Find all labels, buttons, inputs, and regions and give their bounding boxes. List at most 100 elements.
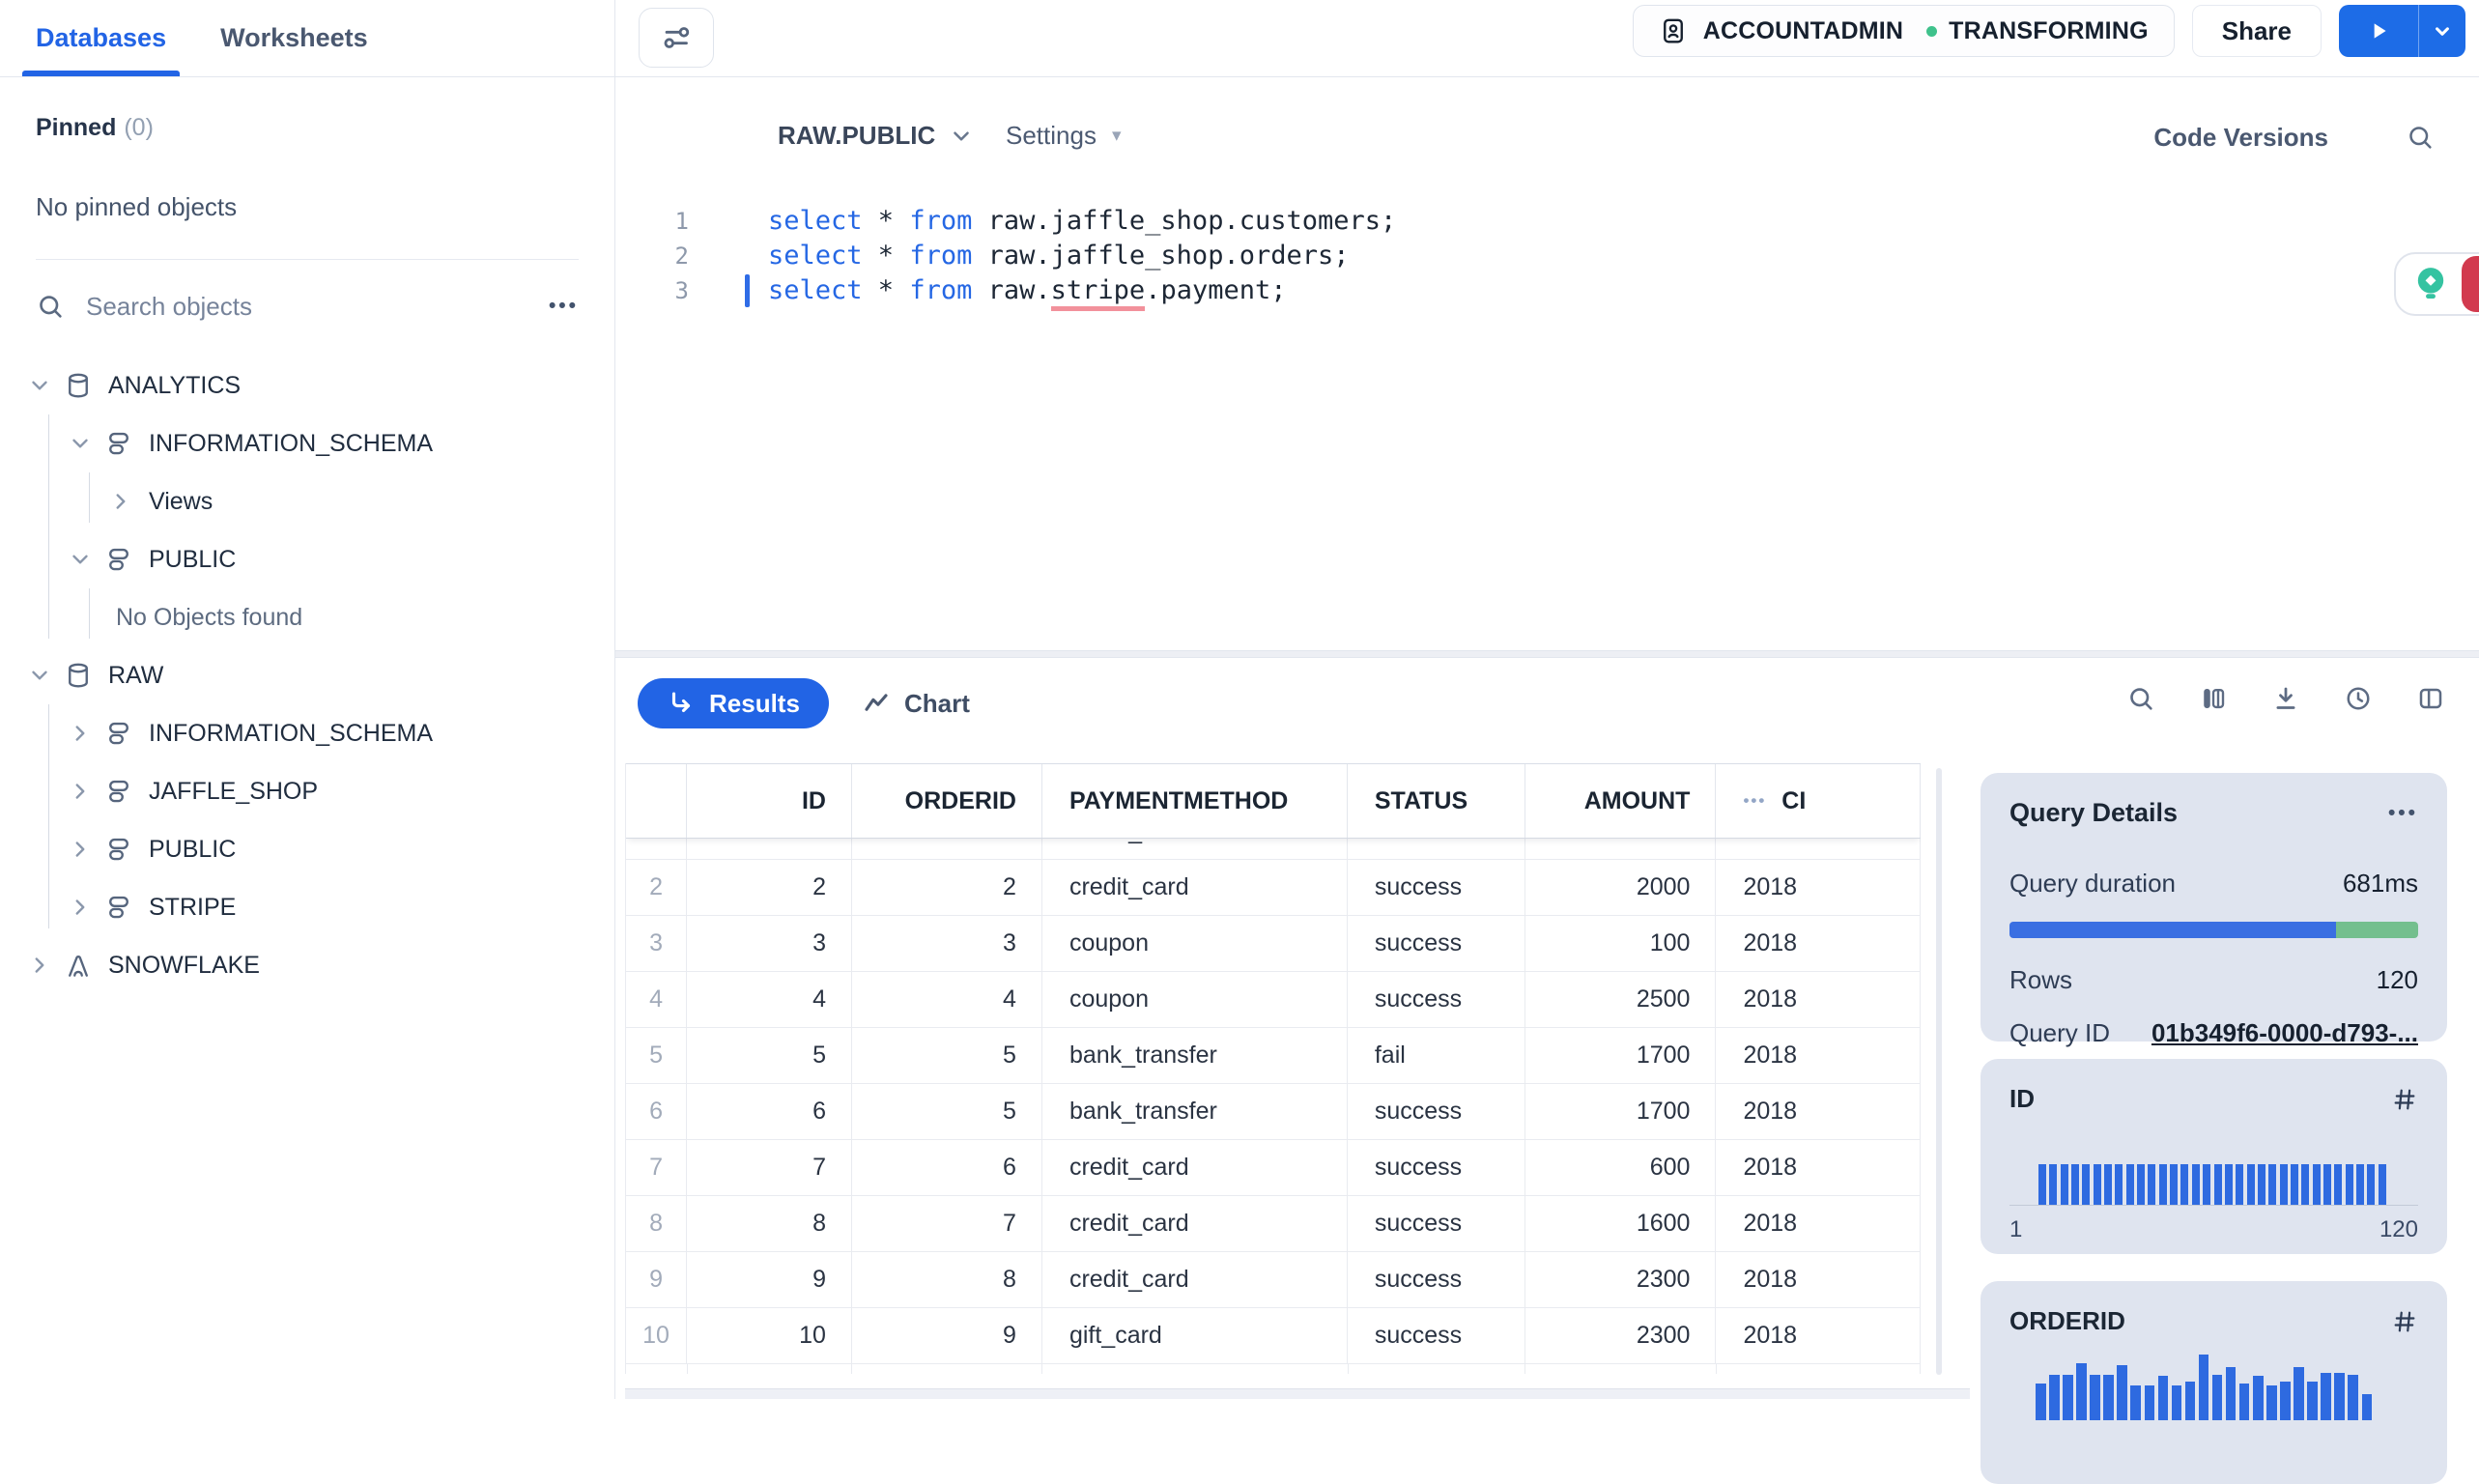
hash-icon[interactable]: [2391, 1308, 2418, 1335]
share-button[interactable]: Share: [2191, 5, 2322, 57]
row-number[interactable]: 10: [626, 1308, 688, 1363]
editor-settings-dropdown[interactable]: Settings ▾: [1006, 121, 1122, 151]
table-cell[interactable]: 600: [1525, 1140, 1717, 1195]
table-cell[interactable]: 2018: [1716, 1252, 1921, 1307]
code-versions-button[interactable]: Code Versions: [2153, 123, 2328, 153]
tab-worksheets[interactable]: Worksheets: [220, 0, 368, 76]
history-icon[interactable]: [2344, 684, 2373, 713]
table-cell[interactable]: 1700: [1525, 1028, 1717, 1083]
table-cell[interactable]: success: [1348, 1084, 1525, 1139]
code-area[interactable]: select * from raw.jaffle_shop.customers;…: [745, 204, 1396, 311]
table-cell[interactable]: 1: [852, 839, 1042, 859]
sidebar-item-public[interactable]: PUBLIC: [0, 530, 614, 588]
chevron-right-icon[interactable]: [68, 779, 93, 804]
table-cell[interactable]: 7: [852, 1196, 1042, 1251]
row-number[interactable]: 7: [626, 1140, 688, 1195]
table-cell[interactable]: coupon: [1042, 972, 1348, 1027]
table-cell[interactable]: 3: [687, 916, 852, 971]
table-cell[interactable]: 2018: [1716, 972, 1921, 1027]
sidebar-item-views[interactable]: Views: [0, 472, 614, 530]
table-cell[interactable]: credit_card: [1042, 1196, 1348, 1251]
table-cell[interactable]: gift_card: [1042, 1308, 1348, 1363]
search-icon[interactable]: [2126, 684, 2155, 713]
copilot-suggestion-pill[interactable]: 1: [2394, 252, 2479, 316]
table-cell[interactable]: 4: [852, 972, 1042, 1027]
table-cell[interactable]: 2300: [1525, 1308, 1717, 1363]
row-number[interactable]: 2: [626, 860, 688, 915]
worksheet-options-button[interactable]: [639, 8, 714, 68]
table-cell[interactable]: 2: [852, 860, 1042, 915]
table-cell[interactable]: 2018: [1716, 1196, 1921, 1251]
table-cell[interactable]: success: [1348, 1308, 1525, 1363]
column-header-status[interactable]: STATUS: [1348, 764, 1525, 838]
table-cell[interactable]: 4: [687, 972, 852, 1027]
table-cell[interactable]: 100: [1525, 916, 1717, 971]
column-header-id[interactable]: ID: [687, 764, 852, 838]
id-histogram[interactable]: 1 120: [2009, 1141, 2418, 1242]
table-cell[interactable]: success: [1348, 839, 1525, 859]
sidebar-item-snowflake[interactable]: SNOWFLAKE: [0, 936, 614, 994]
column-header-amount[interactable]: AMOUNT: [1525, 764, 1717, 838]
sidebar-item-stripe[interactable]: STRIPE: [0, 878, 614, 936]
sidebar-item-raw[interactable]: RAW: [0, 646, 614, 704]
table-cell[interactable]: 2500: [1525, 972, 1717, 1027]
row-number[interactable]: 1: [626, 839, 688, 859]
table-cell[interactable]: 5: [852, 1084, 1042, 1139]
table-cell[interactable]: 7: [687, 1140, 852, 1195]
chevron-right-icon[interactable]: [108, 489, 133, 514]
table-cell[interactable]: 2018: [1716, 1028, 1921, 1083]
table-cell[interactable]: success: [1348, 1252, 1525, 1307]
search-options-menu-icon[interactable]: •••: [549, 295, 579, 318]
editor-context-selector[interactable]: RAW.PUBLIC: [778, 121, 974, 151]
table-cell[interactable]: 9: [687, 1252, 852, 1307]
table-cell[interactable]: 2300: [1525, 1252, 1717, 1307]
tab-databases[interactable]: Databases: [21, 0, 181, 76]
table-cell[interactable]: credit_card: [1042, 1140, 1348, 1195]
run-options-button[interactable]: [2419, 5, 2465, 57]
table-cell[interactable]: success: [1348, 972, 1525, 1027]
column-header-orderid[interactable]: ORDERID: [852, 764, 1042, 838]
row-number[interactable]: 6: [626, 1084, 688, 1139]
column-header-paymentmethod[interactable]: PAYMENTMETHOD: [1042, 764, 1348, 838]
context-selector-button[interactable]: ACCOUNTADMIN TRANSFORMING: [1632, 5, 2175, 57]
table-horizontal-scrollbar[interactable]: [625, 1388, 1970, 1399]
table-cell[interactable]: 2018: [1716, 1084, 1921, 1139]
table-cell[interactable]: credit_card: [1042, 839, 1348, 859]
table-cell[interactable]: credit_card: [1042, 1252, 1348, 1307]
tab-chart[interactable]: Chart: [862, 678, 970, 728]
sidebar-item-analytics[interactable]: ANALYTICS: [0, 357, 614, 414]
column-overflow-menu-icon[interactable]: •••: [1743, 791, 1766, 811]
table-cell[interactable]: success: [1348, 916, 1525, 971]
chevron-down-icon[interactable]: [68, 431, 93, 456]
query-id-link[interactable]: 01b349f6-0000-d793-...: [2151, 1018, 2418, 1048]
table-cell[interactable]: 3: [852, 916, 1042, 971]
table-cell[interactable]: coupon: [1042, 916, 1348, 971]
editor-results-divider[interactable]: [615, 650, 2479, 658]
editor-search-icon[interactable]: [2406, 123, 2435, 152]
row-number[interactable]: 3: [626, 916, 688, 971]
sidebar-item-information-schema[interactable]: INFORMATION_SCHEMA: [0, 414, 614, 472]
search-objects-input[interactable]: [86, 291, 549, 322]
row-number[interactable]: 5: [626, 1028, 688, 1083]
table-cell[interactable]: 6: [852, 1140, 1042, 1195]
table-cell[interactable]: credit_card: [1042, 860, 1348, 915]
table-cell[interactable]: bank_transfer: [1042, 1084, 1348, 1139]
table-cell[interactable]: 2000: [1525, 860, 1717, 915]
code-line-2[interactable]: select * from raw.jaffle_shop.orders;: [768, 239, 1396, 273]
hash-icon[interactable]: [2391, 1086, 2418, 1113]
row-number[interactable]: 8: [626, 1196, 688, 1251]
table-cell[interactable]: 8: [687, 1196, 852, 1251]
table-cell[interactable]: 8: [852, 1252, 1042, 1307]
table-cell[interactable]: bank_transfer: [1042, 1028, 1348, 1083]
code-line-3[interactable]: select * from raw.stripe.payment;: [745, 273, 1396, 311]
table-cell[interactable]: 5: [687, 1028, 852, 1083]
table-cell[interactable]: success: [1348, 1140, 1525, 1195]
table-cell[interactable]: 2018: [1716, 916, 1921, 971]
table-cell[interactable]: 10: [687, 1308, 852, 1363]
sidebar-item-information-schema[interactable]: INFORMATION_SCHEMA: [0, 704, 614, 762]
chevron-down-icon[interactable]: [27, 373, 52, 398]
code-line-1[interactable]: select * from raw.jaffle_shop.customers;: [768, 204, 1396, 239]
sidebar-item-public[interactable]: PUBLIC: [0, 820, 614, 878]
table-cell[interactable]: 2018: [1716, 860, 1921, 915]
table-vertical-scrollbar[interactable]: [1936, 768, 1942, 1375]
